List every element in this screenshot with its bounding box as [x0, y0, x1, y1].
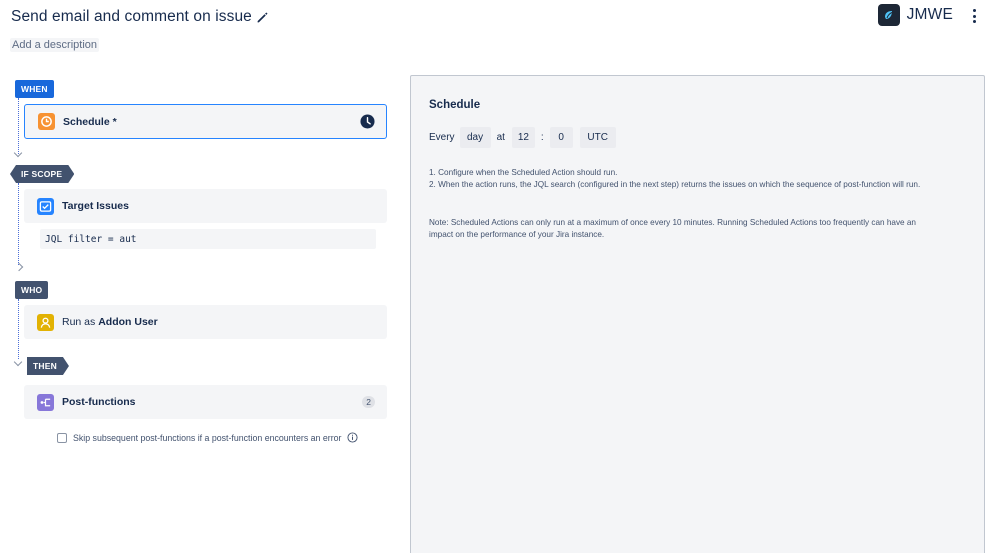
post-functions-count-badge: 2: [362, 396, 375, 408]
skip-option-row: Skip subsequent post-functions if a post…: [57, 432, 359, 443]
pencil-icon[interactable]: [256, 11, 269, 24]
info-icon[interactable]: [347, 432, 359, 443]
note-line-2: impact on the performance of your Jira i…: [429, 230, 605, 239]
jmwe-logo-icon: [877, 4, 900, 26]
chevron-down-icon: [13, 357, 23, 367]
every-label: Every: [429, 132, 455, 143]
add-description-link[interactable]: Add a description: [10, 38, 99, 52]
when-tag: WHEN: [15, 80, 54, 98]
panel-title: Schedule: [429, 99, 481, 111]
more-vertical-icon[interactable]: [969, 8, 979, 24]
target-issues-label: Target Issues: [62, 200, 129, 212]
post-functions-label: Post-functions: [62, 396, 136, 408]
title-row: Send email and comment on issue: [11, 8, 269, 26]
if-scope-tag: IF SCOPE: [10, 165, 74, 183]
schedule-row: Every day at 12 : 0 UTC: [429, 127, 616, 148]
timezone-label: UTC: [579, 127, 616, 148]
post-functions-icon: [37, 393, 54, 411]
page-title[interactable]: Send email and comment on issue: [11, 8, 252, 26]
minute-input[interactable]: 0: [549, 127, 573, 148]
note-line-1: Note: Scheduled Actions can only run at …: [429, 218, 916, 227]
target-issues-icon: [37, 197, 54, 215]
schedule-icon: [38, 113, 55, 130]
chevron-down-icon: [13, 148, 23, 158]
post-functions-card[interactable]: Post-functions 2: [24, 385, 387, 419]
period-select[interactable]: day: [459, 127, 491, 148]
then-tag: THEN: [27, 357, 69, 375]
run-as-prefix: Run as: [62, 316, 96, 328]
chevron-right-icon: [14, 262, 24, 272]
help-line-1: 1. Configure when the Scheduled Action s…: [429, 168, 618, 177]
schedule-card[interactable]: Schedule *: [24, 104, 387, 139]
jql-filter-field[interactable]: JQL filter = aut: [40, 229, 376, 249]
who-tag: WHO: [15, 281, 49, 299]
run-as-card[interactable]: Run as Addon User: [24, 305, 387, 339]
schedule-card-label: Schedule *: [63, 115, 117, 128]
run-as-user: Addon User: [98, 316, 158, 328]
at-label: at: [496, 132, 505, 143]
clock-icon: [360, 114, 375, 129]
hour-input[interactable]: 12: [511, 127, 535, 148]
target-issues-card[interactable]: Target Issues: [24, 189, 387, 223]
schedule-config-panel: Schedule Every day at 12 : 0 UTC 1. Conf…: [410, 75, 985, 553]
connector-ifscope: [18, 183, 19, 265]
connector-when: [18, 98, 19, 154]
run-as-label: Run as Addon User: [62, 316, 158, 328]
skip-label: Skip subsequent post-functions if a post…: [73, 432, 342, 443]
time-colon: :: [540, 132, 544, 143]
user-icon: [37, 313, 54, 331]
connector-who: [18, 299, 19, 359]
brand: JMWE: [877, 4, 953, 26]
brand-name: JMWE: [906, 6, 953, 23]
skip-checkbox[interactable]: [57, 432, 67, 443]
help-line-2: 2. When the action runs, the JQL search …: [429, 180, 921, 189]
